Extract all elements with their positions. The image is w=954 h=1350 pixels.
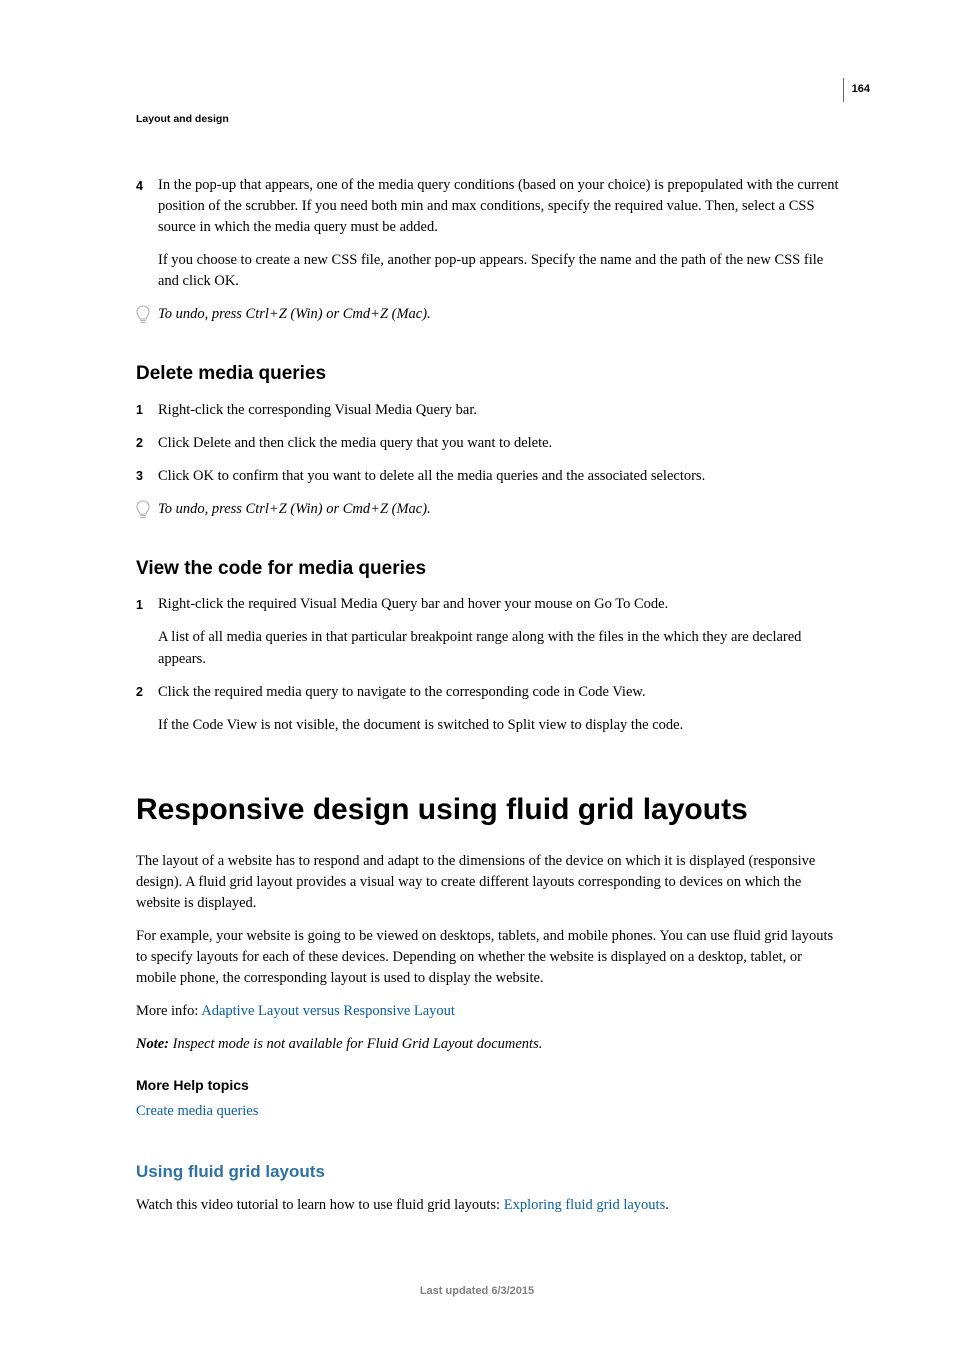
list-item: 4 In the pop-up that appears, one of the… <box>136 175 842 292</box>
step-text: Click OK to confirm that you want to del… <box>158 466 842 487</box>
note-label: Note: <box>136 1036 173 1052</box>
step-marker: 1 <box>136 400 158 421</box>
section-heading-delete: Delete media queries <box>136 360 842 388</box>
step-marker: 2 <box>136 682 158 736</box>
page-title-responsive: Responsive design using fluid grid layou… <box>136 788 842 832</box>
list-item: 2 Click Delete and then click the media … <box>136 433 842 454</box>
step-text: If you choose to create a new CSS file, … <box>158 250 842 292</box>
step-text: Right-click the required Visual Media Qu… <box>158 594 842 615</box>
tip-text: To undo, press Ctrl+Z (Win) or Cmd+Z (Ma… <box>158 499 842 520</box>
section-heading-view-code: View the code for media queries <box>136 555 842 583</box>
note: Note: Inspect mode is not available for … <box>136 1034 842 1055</box>
step-text: Click Delete and then click the media qu… <box>158 433 842 454</box>
step-marker: 4 <box>136 175 158 292</box>
using-prefix: Watch this video tutorial to learn how t… <box>136 1197 504 1213</box>
body-text: Watch this video tutorial to learn how t… <box>136 1195 842 1216</box>
list-item: 1 Right-click the corresponding Visual M… <box>136 400 842 421</box>
page-number: 164 <box>843 78 870 102</box>
more-help-heading: More Help topics <box>136 1075 842 1095</box>
link-adaptive-vs-responsive[interactable]: Adaptive Layout versus Responsive Layout <box>201 1003 455 1019</box>
lightbulb-icon <box>136 499 158 527</box>
using-suffix: . <box>665 1197 669 1213</box>
section-heading-using-fluid: Using fluid grid layouts <box>136 1160 842 1185</box>
footer-last-updated: Last updated 6/3/2015 <box>0 1284 954 1300</box>
breadcrumb: Layout and design <box>136 112 842 127</box>
link-create-media-queries[interactable]: Create media queries <box>136 1103 258 1119</box>
note-text: Inspect mode is not available for Fluid … <box>173 1036 543 1052</box>
body-text: More info: Adaptive Layout versus Respon… <box>136 1001 842 1022</box>
step-text: A list of all media queries in that part… <box>158 627 842 669</box>
list-item: 1 Right-click the required Visual Media … <box>136 594 842 669</box>
step-marker: 1 <box>136 594 158 669</box>
step-marker: 3 <box>136 466 158 487</box>
step-marker: 2 <box>136 433 158 454</box>
step-text: Right-click the corresponding Visual Med… <box>158 400 842 421</box>
step-text: In the pop-up that appears, one of the m… <box>158 175 842 238</box>
body-text: For example, your website is going to be… <box>136 926 842 989</box>
body-text: Create media queries <box>136 1101 842 1122</box>
step-text: Click the required media query to naviga… <box>158 682 842 703</box>
more-info-prefix: More info: <box>136 1003 201 1019</box>
list-item: 3 Click OK to confirm that you want to d… <box>136 466 842 487</box>
lightbulb-icon <box>136 304 158 332</box>
tip: To undo, press Ctrl+Z (Win) or Cmd+Z (Ma… <box>136 304 842 332</box>
list-item: 2 Click the required media query to navi… <box>136 682 842 736</box>
body-text: The layout of a website has to respond a… <box>136 851 842 914</box>
tip: To undo, press Ctrl+Z (Win) or Cmd+Z (Ma… <box>136 499 842 527</box>
step-text: If the Code View is not visible, the doc… <box>158 715 842 736</box>
tip-text: To undo, press Ctrl+Z (Win) or Cmd+Z (Ma… <box>158 304 842 325</box>
link-exploring-fluid-grid[interactable]: Exploring fluid grid layouts <box>504 1197 666 1213</box>
